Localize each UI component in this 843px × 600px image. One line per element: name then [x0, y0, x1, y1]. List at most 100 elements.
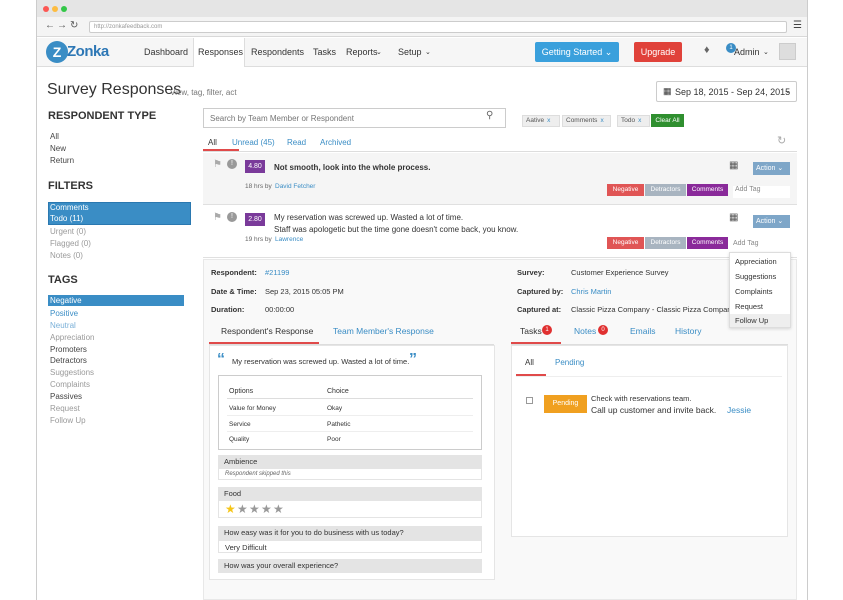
tab-archived[interactable]: Archived	[320, 138, 351, 147]
tag-detractors-badge[interactable]: Detractors	[645, 237, 686, 249]
tab-tasks[interactable]: Tasks	[520, 326, 542, 336]
close-window-button[interactable]	[43, 6, 49, 12]
filter-todo[interactable]: Todo (11)	[50, 214, 83, 223]
forward-icon[interactable]: →	[57, 20, 67, 31]
tag-comments-badge[interactable]: Comments	[687, 184, 728, 196]
filter-urgent[interactable]: Urgent (0)	[50, 227, 86, 236]
tab-team-members-response[interactable]: Team Member's Response	[333, 326, 434, 336]
add-tag-input[interactable]: Add Tag	[733, 240, 759, 247]
respondent-type-return[interactable]: Return	[50, 156, 74, 165]
task-tab-all[interactable]: All	[525, 358, 534, 367]
tag-detractors-badge[interactable]: Detractors	[645, 184, 686, 196]
chevron-down-icon: ⌄	[425, 49, 431, 56]
tag-menu-item[interactable]: Suggestions	[735, 272, 776, 281]
options-table: Options Choice Value for Money Okay Serv…	[218, 375, 482, 450]
tag-promoters[interactable]: Promoters	[50, 345, 87, 354]
minimize-window-button[interactable]	[52, 6, 58, 12]
tag-negative-badge[interactable]: Negative	[607, 184, 644, 196]
tag-menu-item[interactable]: Follow Up	[735, 316, 768, 325]
upgrade-button[interactable]: Upgrade	[634, 42, 682, 62]
captured-by-value[interactable]: Chris Martin	[571, 287, 611, 296]
close-icon[interactable]: x	[638, 117, 641, 124]
tab-respondents-response[interactable]: Respondent's Response	[221, 326, 313, 336]
nav-respondents[interactable]: Respondents	[251, 47, 304, 57]
tag-detractors[interactable]: Detractors	[50, 356, 87, 365]
nav-tasks[interactable]: Tasks	[313, 47, 336, 57]
flag-icon[interactable]: ⚑	[213, 212, 222, 223]
survey-value: Customer Experience Survey	[571, 268, 669, 277]
tag-request[interactable]: Request	[50, 404, 80, 413]
calendar-icon[interactable]: ▦	[729, 160, 738, 171]
tab-unread[interactable]: Unread (45)	[232, 138, 275, 147]
maximize-window-button[interactable]	[61, 6, 67, 12]
action-dropdown[interactable]: Action ⌄	[753, 215, 790, 228]
tab-all[interactable]: All	[208, 138, 217, 147]
admin-menu[interactable]: Admin	[734, 47, 760, 57]
info-icon[interactable]: !	[227, 212, 237, 222]
add-tag-input[interactable]: Add Tag	[733, 186, 790, 198]
avatar[interactable]	[779, 43, 796, 60]
browser-window: ← → ↻ http://zonkafeedback.com ☰ Z Zonka…	[36, 0, 808, 600]
tag-negative[interactable]: Negative	[50, 296, 82, 305]
tag-appreciation[interactable]: Appreciation	[50, 333, 94, 342]
response-author[interactable]: David Fetcher	[275, 183, 315, 190]
getting-started-button[interactable]: Getting Started ⌄	[535, 42, 619, 62]
datetime-value: Sep 23, 2015 05:05 PM	[265, 287, 344, 296]
filter-flagged[interactable]: Flagged (0)	[50, 239, 91, 248]
date-range-picker[interactable]: ▦ Sep 18, 2015 - Sep 24, 2015 ⌄	[656, 81, 797, 102]
info-icon[interactable]: !	[227, 159, 237, 169]
tag-passives[interactable]: Passives	[50, 392, 82, 401]
response-row[interactable]	[203, 153, 797, 205]
task-assignee[interactable]: Jessie	[727, 405, 751, 415]
close-icon[interactable]: x	[547, 117, 550, 124]
tag-comments-badge[interactable]: Comments	[687, 237, 728, 249]
filter-notes[interactable]: Notes (0)	[50, 251, 83, 260]
tag-negative-badge[interactable]: Negative	[607, 237, 644, 249]
back-icon[interactable]: ←	[45, 20, 55, 31]
table-header: Options	[229, 388, 254, 395]
logo-icon[interactable]: Z	[46, 41, 68, 63]
tag-neutral[interactable]: Neutral	[50, 321, 76, 330]
tab-emails[interactable]: Emails	[630, 326, 656, 336]
nav-reports[interactable]: Reports	[346, 47, 378, 57]
tag-menu-item[interactable]: Appreciation	[735, 257, 777, 266]
tab-history[interactable]: History	[675, 326, 701, 336]
tab-read[interactable]: Read	[287, 138, 306, 147]
flag-icon[interactable]: ⚑	[213, 159, 222, 170]
refresh-icon[interactable]: ↻	[777, 134, 786, 147]
response-author[interactable]: Lawrence	[275, 236, 303, 243]
respondent-value[interactable]: #21199	[265, 268, 289, 277]
bell-icon[interactable]: ♦	[704, 44, 710, 56]
chip-todo[interactable]: Todo x	[617, 115, 650, 127]
calendar-icon[interactable]: ▦	[729, 212, 738, 223]
app-header: Z Zonka Dashboard Responses Responses Re…	[37, 38, 807, 67]
task-checkbox[interactable]	[526, 397, 533, 404]
respondent-type-all[interactable]: All	[50, 132, 59, 141]
tab-notes[interactable]: Notes	[574, 326, 596, 336]
address-bar: ← → ↻ http://zonkafeedback.com ☰	[37, 17, 807, 37]
respondent-type-new[interactable]: New	[50, 144, 66, 153]
chip-active[interactable]: Aative x	[522, 115, 560, 127]
nav-dashboard[interactable]: Dashboard	[144, 47, 188, 57]
tag-suggestions[interactable]: Suggestions	[50, 368, 94, 377]
clear-all-button[interactable]: Clear All	[651, 114, 684, 127]
notes-count-badge: 0	[598, 325, 608, 335]
chip-comments[interactable]: Comments x	[562, 115, 611, 127]
tag-complaints[interactable]: Complaints	[50, 380, 90, 389]
task-line2: Call up customer and invite back.	[591, 405, 717, 415]
search-icon[interactable]: ⚲	[486, 110, 493, 121]
task-tab-pending[interactable]: Pending	[555, 358, 584, 367]
menu-icon[interactable]: ☰	[793, 20, 802, 31]
filter-comments[interactable]: Comments	[50, 203, 89, 212]
close-icon[interactable]: x	[600, 117, 603, 124]
search-input[interactable]	[203, 108, 506, 128]
url-field[interactable]: http://zonkafeedback.com	[89, 21, 787, 33]
reload-icon[interactable]: ↻	[70, 20, 78, 31]
nav-setup[interactable]: Setup	[398, 47, 422, 57]
action-dropdown[interactable]: Action ⌄	[753, 162, 790, 175]
tag-follow-up[interactable]: Follow Up	[50, 416, 86, 425]
tag-positive[interactable]: Positive	[50, 309, 78, 318]
tag-menu-item[interactable]: Complaints	[735, 287, 773, 296]
captured-by-label: Captured by:	[517, 287, 564, 296]
tag-menu-item[interactable]: Request	[735, 302, 763, 311]
